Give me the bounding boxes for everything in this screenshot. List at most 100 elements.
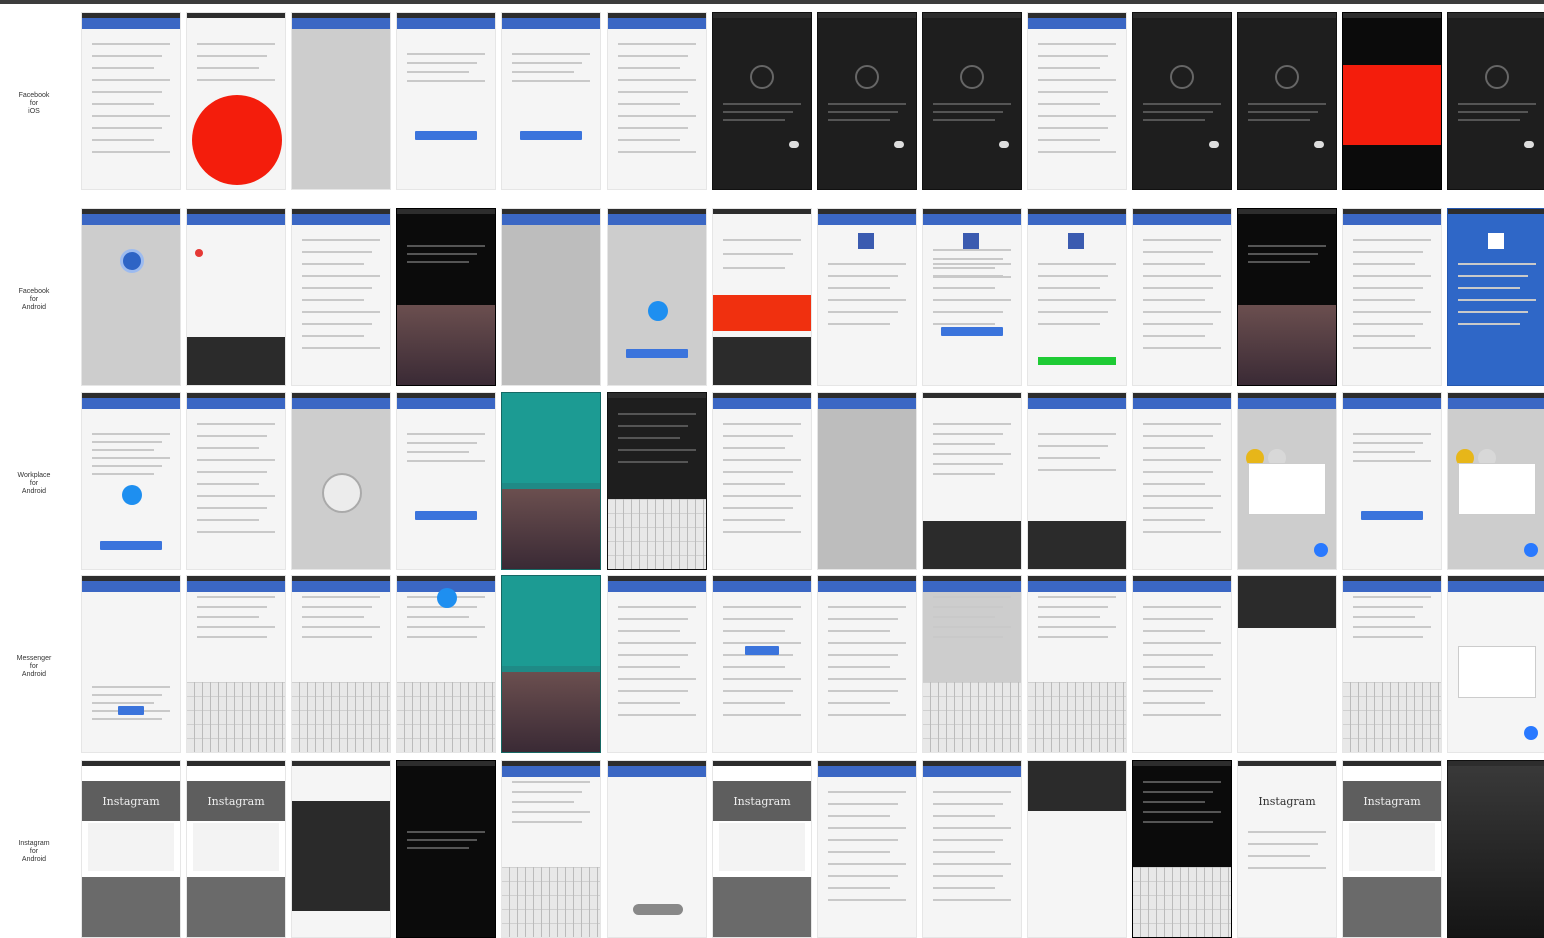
screenshot-thumbnail[interactable]: [607, 392, 707, 570]
instagram-logo-text: Instagram: [1258, 795, 1316, 808]
status-bar: [397, 209, 495, 214]
screenshot-thumbnail[interactable]: [396, 208, 496, 386]
keyboard: [608, 499, 706, 569]
screenshot-thumbnail[interactable]: [1027, 575, 1127, 753]
screenshot-thumbnail[interactable]: Instagram: [712, 760, 812, 938]
facebook-logo-icon: [858, 233, 874, 249]
screenshot-thumbnail[interactable]: [1237, 392, 1337, 570]
screenshot-thumbnail[interactable]: [922, 760, 1022, 938]
screenshot-thumbnail[interactable]: [1342, 12, 1442, 190]
text-line: [302, 275, 380, 277]
app-bar: [1343, 398, 1441, 409]
screenshot-thumbnail[interactable]: [501, 208, 601, 386]
text-line: [933, 596, 1011, 598]
screenshot-thumbnail[interactable]: [1132, 575, 1232, 753]
dark-panel: [187, 337, 285, 385]
screenshot-thumbnail[interactable]: [712, 12, 812, 190]
screenshot-thumbnail[interactable]: [1447, 208, 1544, 386]
text-line: [1038, 299, 1116, 301]
screenshot-thumbnail[interactable]: [186, 392, 286, 570]
screenshot-thumbnail[interactable]: [817, 12, 917, 190]
screenshot-thumbnail[interactable]: [396, 575, 496, 753]
screenshot-thumbnail[interactable]: [607, 208, 707, 386]
screenshot-thumbnail[interactable]: [186, 12, 286, 190]
screenshot-thumbnail[interactable]: [396, 12, 496, 190]
screenshot-thumbnail[interactable]: [1132, 12, 1232, 190]
screenshot-thumbnail[interactable]: [1447, 760, 1544, 938]
screenshot-thumbnail[interactable]: [1447, 392, 1544, 570]
screenshot-thumbnail[interactable]: [607, 12, 707, 190]
text-line: [1458, 263, 1536, 265]
screenshot-thumbnail[interactable]: [607, 575, 707, 753]
screenshot-thumbnail[interactable]: [291, 208, 391, 386]
screenshot-thumbnail[interactable]: [1027, 208, 1127, 386]
screenshot-thumbnail[interactable]: [712, 392, 812, 570]
text-line: [92, 465, 162, 467]
screenshot-thumbnail[interactable]: [817, 392, 917, 570]
screenshot-thumbnail[interactable]: [922, 392, 1022, 570]
screenshot-thumbnail[interactable]: [291, 575, 391, 753]
screenshot-thumbnail[interactable]: [186, 575, 286, 753]
keyboard: [1343, 682, 1441, 752]
text-line: [1248, 111, 1318, 113]
text-line: [92, 79, 170, 81]
screenshot-thumbnail[interactable]: [1342, 575, 1442, 753]
screenshot-thumbnail[interactable]: [81, 575, 181, 753]
screenshot-thumbnail[interactable]: [291, 760, 391, 938]
screenshot-thumbnail[interactable]: [81, 12, 181, 190]
text-line: [1143, 263, 1205, 265]
screenshot-thumbnail[interactable]: [1237, 12, 1337, 190]
screenshot-thumbnail[interactable]: [396, 760, 496, 938]
screenshot-thumbnail[interactable]: [501, 575, 601, 753]
screenshot-thumbnail[interactable]: [1027, 392, 1127, 570]
status-bar: [923, 393, 1021, 398]
screenshot-thumbnail[interactable]: [1447, 575, 1544, 753]
screenshot-thumbnail[interactable]: [501, 392, 601, 570]
screenshot-thumbnail[interactable]: [1447, 12, 1544, 190]
screenshot-thumbnail[interactable]: Instagram: [186, 760, 286, 938]
action-button: [1361, 511, 1423, 520]
text-line: [92, 449, 154, 451]
screenshot-thumbnail[interactable]: Instagram: [81, 760, 181, 938]
text-line: [1143, 239, 1221, 241]
screenshot-thumbnail[interactable]: Instagram: [1237, 760, 1337, 938]
screenshot-thumbnail[interactable]: [817, 575, 917, 753]
screenshot-thumbnail[interactable]: [501, 12, 601, 190]
screenshot-thumbnail[interactable]: [1237, 208, 1337, 386]
screenshot-thumbnail[interactable]: [817, 760, 917, 938]
screenshot-thumbnail[interactable]: [712, 575, 812, 753]
screenshot-thumbnail[interactable]: [922, 12, 1022, 190]
screenshot-thumbnail[interactable]: [1132, 392, 1232, 570]
screenshot-thumbnail[interactable]: [1132, 208, 1232, 386]
screenshot-thumbnail[interactable]: [922, 575, 1022, 753]
app-bar: [1448, 398, 1544, 409]
screenshot-thumbnail[interactable]: [922, 208, 1022, 386]
screenshot-thumbnail[interactable]: [817, 208, 917, 386]
screenshot-thumbnail[interactable]: [81, 392, 181, 570]
screenshot-thumbnail[interactable]: [607, 760, 707, 938]
text-line: [1143, 275, 1221, 277]
app-bar: [397, 398, 495, 409]
screenshot-thumbnail[interactable]: [1027, 760, 1127, 938]
text-line: [828, 666, 890, 668]
screenshot-thumbnail[interactable]: [81, 208, 181, 386]
screenshot-thumbnail[interactable]: [1342, 392, 1442, 570]
screenshot-thumbnail[interactable]: [501, 760, 601, 938]
wallpaper: [397, 305, 495, 385]
screenshot-thumbnail[interactable]: [1237, 575, 1337, 753]
text-line: [1038, 67, 1100, 69]
screenshot-thumbnail[interactable]: [712, 208, 812, 386]
text-line: [828, 606, 906, 608]
instagram-logo-text: Instagram: [102, 795, 160, 808]
text-line: [1038, 151, 1116, 153]
screenshot-thumbnail[interactable]: [1342, 208, 1442, 386]
screenshot-thumbnail[interactable]: [291, 12, 391, 190]
text-line: [92, 694, 162, 696]
screenshot-thumbnail[interactable]: Instagram: [1342, 760, 1442, 938]
keyboard: [502, 867, 600, 937]
screenshot-thumbnail[interactable]: [186, 208, 286, 386]
screenshot-thumbnail[interactable]: [1027, 12, 1127, 190]
screenshot-thumbnail[interactable]: [396, 392, 496, 570]
screenshot-thumbnail[interactable]: [291, 392, 391, 570]
screenshot-thumbnail[interactable]: [1132, 760, 1232, 938]
